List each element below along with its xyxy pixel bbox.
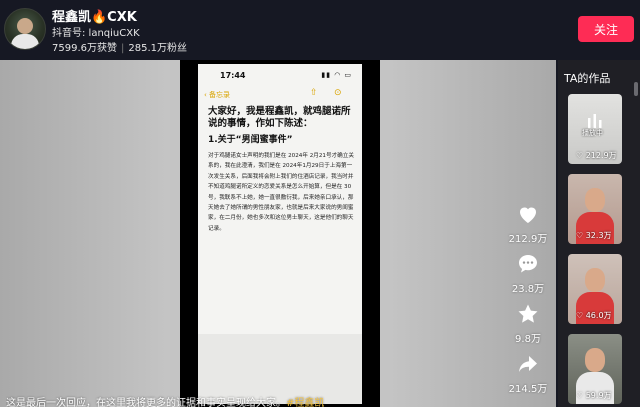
work-likes-value: 212.9万 <box>585 151 617 160</box>
share-count: 214.5万 <box>508 384 548 395</box>
star-icon[interactable] <box>516 302 540 326</box>
phone-status-bar: 17:44 ▮▮ ◠ ▭ <box>198 64 362 86</box>
signal-wifi-battery-icon: ▮▮ ◠ ▭ <box>321 71 352 79</box>
thumbnail-face <box>585 268 605 292</box>
profile-header: 程鑫凯🔥CXK 抖音号: lanqiuCXK 7599.6万获赞 | 285.1万粉… <box>0 0 640 58</box>
note-body: 对于鸡腿诺女士声明的我们是在 2024年 2月21号才确立关系的，我在此澄清，我… <box>208 153 354 232</box>
note-heading: 1.关于“男闺蜜事件” <box>208 135 293 145</box>
work-likes: ♡ 212.9万 <box>576 151 617 160</box>
like-action[interactable]: 212.9万 <box>498 202 558 245</box>
phone-screen: 17:44 ▮▮ ◠ ▭ ‹ 备忘录 ⇧ ⊙ 大家好，我是程鑫凯，就鸡腿诺所说的… <box>198 64 362 404</box>
sound-bars-icon <box>588 114 602 128</box>
work-likes: ♡ 46.0万 <box>576 311 612 320</box>
notes-back: ‹ 备忘录 <box>204 91 231 99</box>
works-title: TA的作品 <box>564 72 611 85</box>
note-title: 大家好，我是程鑫凯，就鸡腿诺所说的事情，作如下陈述： <box>208 106 351 129</box>
comment-count: 23.8万 <box>511 284 545 295</box>
work-likes-value: 59.9万 <box>585 391 612 400</box>
profile-stats: 7599.6万获赞 | 285.1万粉丝 <box>52 39 187 54</box>
avatar-face <box>17 18 33 34</box>
work-thumbnail[interactable]: ♡ 59.9万 <box>568 334 622 404</box>
avatar[interactable] <box>4 8 46 50</box>
sidebar-scrollbar[interactable] <box>634 82 638 96</box>
favorite-action[interactable]: 9.8万 <box>498 302 558 345</box>
playing-label: 播放中 <box>582 129 603 137</box>
share-action[interactable]: 214.5万 <box>498 352 558 395</box>
work-thumbnail[interactable]: ♡ 46.0万 <box>568 254 622 324</box>
thumbnail-face <box>585 188 605 212</box>
avatar-body <box>11 34 39 49</box>
works-sidebar: TA的作品 播放中 ♡ 212.9万 ♡ 32.3万 ♡ 46.0万 ♡ 59.… <box>558 60 640 407</box>
video-player[interactable]: 17:44 ▮▮ ◠ ▭ ‹ 备忘录 ⇧ ⊙ 大家好，我是程鑫凯，就鸡腿诺所说的… <box>0 60 556 407</box>
work-likes: ♡ 59.9万 <box>576 391 612 400</box>
profile-name[interactable]: 程鑫凯🔥CXK <box>52 6 137 25</box>
stats-divider: | <box>121 43 125 54</box>
notes-toolbar: ‹ 备忘录 ⇧ ⊙ <box>198 86 362 104</box>
notes-back-label: 备忘录 <box>209 91 231 99</box>
like-count: 212.9万 <box>508 234 548 245</box>
caption-hashtag[interactable]: #程鑫凯 <box>286 398 324 407</box>
comment-icon[interactable] <box>516 252 540 276</box>
share-icon: ⇧ <box>310 88 318 98</box>
work-likes-value: 32.3万 <box>585 231 612 240</box>
video-actions: 212.9万 23.8万 9.8万 214.5万 <box>498 196 558 407</box>
work-thumbnail[interactable]: 播放中 ♡ 212.9万 <box>568 94 622 164</box>
phone-time: 17:44 <box>220 71 246 80</box>
douyin-id: 抖音号: lanqiuCXK <box>52 28 140 39</box>
comment-action[interactable]: 23.8万 <box>498 252 558 295</box>
work-likes: ♡ 32.3万 <box>576 231 612 240</box>
heart-icon[interactable] <box>516 202 540 226</box>
likes-count: 7599.6万获赞 <box>52 43 117 54</box>
fans-count: 285.1万粉丝 <box>128 43 188 54</box>
favorite-count: 9.8万 <box>515 334 541 345</box>
video-caption: 这是最后一次回应，在这里我将更多的证据和事实呈现给大家。#程鑫凯 <box>6 394 556 407</box>
thumbnail-face <box>585 348 605 372</box>
share-arrow-icon[interactable] <box>516 352 540 376</box>
caption-text: 这是最后一次回应，在这里我将更多的证据和事实呈现给大家。 <box>6 398 286 407</box>
more-icon: ⊙ <box>334 88 342 98</box>
phone-recording: 17:44 ▮▮ ◠ ▭ ‹ 备忘录 ⇧ ⊙ 大家好，我是程鑫凯，就鸡腿诺所说的… <box>180 60 380 407</box>
follow-button[interactable]: 关注 <box>578 16 634 42</box>
note-content: 大家好，我是程鑫凯，就鸡腿诺所说的事情，作如下陈述： 1.关于“男闺蜜事件” 对… <box>208 106 354 234</box>
work-thumbnail[interactable]: ♡ 32.3万 <box>568 174 622 244</box>
work-likes-value: 46.0万 <box>585 311 612 320</box>
